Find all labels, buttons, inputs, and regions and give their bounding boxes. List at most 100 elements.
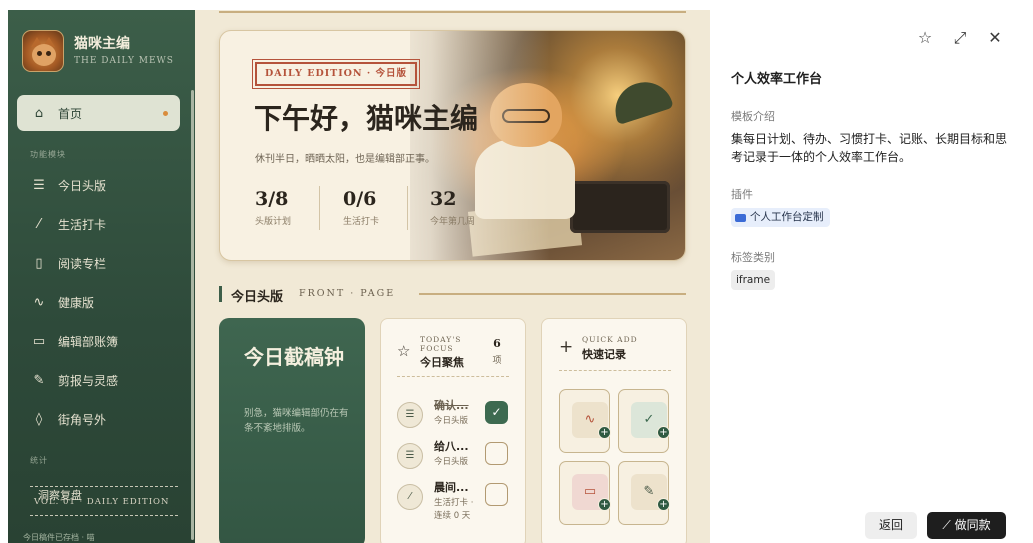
- task-checkbox[interactable]: [485, 483, 508, 506]
- greeting-subtitle: 休刊半日，晒晒太阳，也是编辑部正事。: [255, 154, 435, 165]
- plugin-icon: [735, 213, 746, 222]
- active-dot: [163, 111, 168, 116]
- sidebar-item-label: 街角号外: [58, 412, 107, 427]
- footer-note: 今日稿件已存档 · 喵: [23, 533, 95, 542]
- sidebar-item-extra[interactable]: ◊ 街角号外: [17, 401, 180, 437]
- brand: 猫咪主编 THE DAILY MEWS: [22, 30, 182, 74]
- home-icon: ⌂: [34, 105, 44, 121]
- stat-value: 32: [430, 188, 457, 210]
- sidebar: 猫咪主编 THE DAILY MEWS ⌂ 首页 功能模块 ☰ 今日头版 ⁄ 生…: [8, 10, 195, 543]
- plus-badge-icon: +: [598, 426, 611, 439]
- sidebar-item-health[interactable]: ∿ 健康版: [17, 284, 180, 320]
- star-favorite-icon[interactable]: ☆: [915, 28, 935, 48]
- hero-card: DAILY EDITION · 今日版 下午好，猫咪主编 休刊半日，晒晒太阳，也…: [219, 30, 686, 261]
- book-icon: ▯: [35, 255, 43, 271]
- stat-front-page-plan: 3/8 头版计划: [255, 188, 291, 227]
- task-meta: 今日头版: [434, 416, 469, 426]
- quick-add-checkin-button[interactable]: ✓ +: [618, 389, 670, 453]
- stat-week-number: 32 今年第几周: [430, 188, 475, 227]
- front-page-heading: 今日头版 FRONT · PAGE: [219, 286, 686, 305]
- plugin-label: 插件: [731, 188, 753, 201]
- task-item[interactable]: ⁄ 晨间... 生活打卡 · 连续 0 天: [397, 479, 512, 521]
- sidebar-item-label: 首页: [58, 106, 83, 121]
- focus-count: 6: [493, 337, 501, 350]
- focus-title: 今日聚焦: [420, 356, 464, 369]
- list-icon: ☰: [397, 402, 423, 428]
- drop-icon: ◊: [35, 411, 43, 427]
- cat-logo-icon: [22, 30, 64, 72]
- nav-section-stats: 统计: [30, 456, 48, 465]
- task-name: 给八...: [434, 440, 469, 453]
- sidebar-item-clippings[interactable]: ✎ 剪报与灵感: [17, 362, 180, 398]
- stat-value: 3/8: [255, 188, 289, 210]
- typewriter-illustration: [570, 181, 670, 233]
- sidebar-item-home[interactable]: ⌂ 首页: [17, 95, 180, 131]
- greeting-title: 下午好，猫咪主编: [254, 102, 479, 135]
- quick-add-title: 快速记录: [582, 348, 626, 361]
- template-preview: 猫咪主编 THE DAILY MEWS ⌂ 首页 功能模块 ☰ 今日头版 ⁄ 生…: [8, 10, 710, 543]
- task-checkbox[interactable]: ✓: [485, 401, 508, 424]
- nav-section-features: 功能模块: [30, 150, 66, 159]
- plus-badge-icon: +: [657, 498, 670, 511]
- quick-add-card: + QUICK ADD 快速记录 ∿ + ✓ + ▭ + ✎ +: [541, 318, 687, 543]
- focus-en-title: TODAY'S FOCUS: [420, 335, 462, 353]
- sidebar-item-label: 编辑部账簿: [58, 334, 119, 349]
- template-title: 个人效率工作台: [731, 72, 823, 87]
- focus-card: ☆ TODAY'S FOCUS 今日聚焦 6 项 ☰ 确认... 今日头版 ✓ …: [380, 318, 526, 543]
- stat-life-checkin: 0/6 生活打卡: [343, 188, 379, 227]
- sidebar-item-label: 阅读专栏: [58, 256, 107, 271]
- edition-footer: 洞察复盘 VOL. 01 · DAILY EDITION: [30, 486, 178, 516]
- list-icon: ☰: [33, 177, 45, 193]
- tag-category-label: 标签类别: [731, 251, 775, 264]
- brand-title: 猫咪主编: [74, 36, 130, 52]
- leaf-icon: ⁄: [397, 484, 423, 510]
- template-description: 集每日计划、待办、习惯打卡、记账、长期目标和思考记录于一体的个人效率工作台。: [731, 132, 1008, 164]
- sidebar-item-reading[interactable]: ▯ 阅读专栏: [17, 245, 180, 281]
- quick-add-ledger-button[interactable]: ▭ +: [559, 461, 611, 525]
- sidebar-item-ledger[interactable]: ▭ 编辑部账簿: [17, 323, 180, 359]
- task-item[interactable]: ☰ 确认... 今日头版 ✓: [397, 397, 512, 437]
- back-button[interactable]: 返回: [865, 512, 917, 539]
- task-name: 晨间...: [434, 481, 469, 494]
- wand-icon: ⟋: [942, 518, 951, 532]
- task-item[interactable]: ☰ 给八... 今日头版: [397, 438, 512, 478]
- section-title: 今日头版: [231, 290, 284, 305]
- star-icon: ☆: [397, 342, 411, 360]
- task-meta: 今日头版: [434, 457, 469, 467]
- stat-value: 0/6: [343, 188, 377, 210]
- deadline-card[interactable]: 今日截稿钟 别急，猫咪编辑部仍在有条不紊地排版。: [219, 318, 365, 543]
- quick-add-note-button[interactable]: ✎ +: [618, 461, 670, 525]
- make-same-button[interactable]: ⟋ 做同款: [927, 512, 1006, 539]
- stat-label: 今年第几周: [430, 217, 476, 227]
- plus-icon: +: [559, 337, 574, 357]
- sidebar-scrollbar[interactable]: [191, 90, 194, 540]
- template-intro-label: 模板介绍: [731, 110, 775, 123]
- stat-label: 头版计划: [255, 217, 292, 227]
- plus-badge-icon: +: [598, 498, 611, 511]
- deadline-title: 今日截稿钟: [244, 345, 344, 369]
- sidebar-item-life-checkin[interactable]: ⁄ 生活打卡: [17, 206, 180, 242]
- quick-add-health-button[interactable]: ∿ +: [559, 389, 611, 453]
- quick-add-en-title: QUICK ADD: [582, 335, 638, 344]
- task-checkbox[interactable]: [485, 442, 508, 465]
- expand-icon[interactable]: ⤢: [950, 28, 970, 48]
- task-name: 确认...: [434, 399, 469, 412]
- edition-stamp: DAILY EDITION · 今日版: [251, 59, 421, 89]
- edition-label: VOL. 01 · DAILY EDITION: [34, 497, 170, 507]
- task-meta: 生活打卡 · 连续 0 天: [434, 498, 474, 521]
- section-subtitle: FRONT · PAGE: [299, 288, 396, 299]
- make-same-label: 做同款: [954, 518, 991, 532]
- pen-icon: ✎: [33, 372, 45, 388]
- plus-badge-icon: +: [657, 426, 670, 439]
- list-icon: ☰: [397, 443, 423, 469]
- sidebar-item-front-page[interactable]: ☰ 今日头版: [17, 167, 180, 203]
- stat-label: 生活打卡: [343, 217, 380, 227]
- tag-badge: iframe: [731, 270, 776, 290]
- plugin-chip-label: 个人工作台定制: [750, 211, 824, 223]
- brand-subtitle: THE DAILY MEWS: [74, 56, 174, 66]
- pulse-icon: ∿: [33, 294, 45, 310]
- close-icon[interactable]: ✕: [985, 28, 1005, 48]
- plugin-chip[interactable]: 个人工作台定制: [731, 208, 830, 227]
- sidebar-item-label: 生活打卡: [58, 217, 107, 232]
- template-detail-panel: ☆ ⤢ ✕ 个人效率工作台 模板介绍 集每日计划、待办、习惯打卡、记账、长期目标…: [710, 0, 1033, 543]
